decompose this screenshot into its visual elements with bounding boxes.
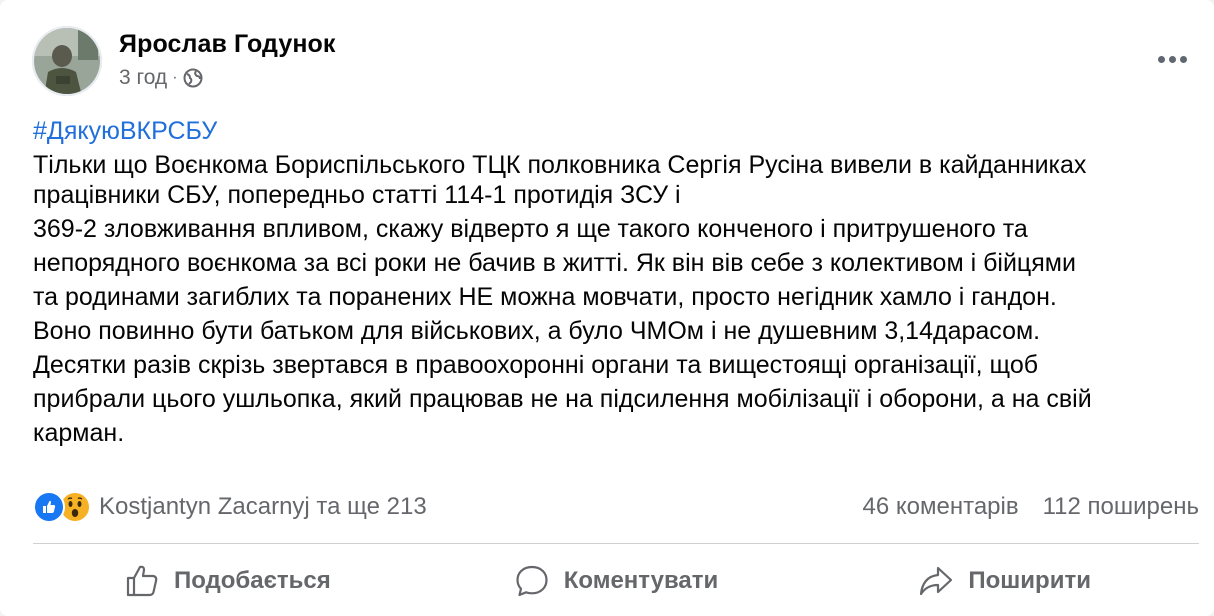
post-text-line: та родинами загиблих та поранених НЕ мож… <box>33 283 1057 311</box>
comment-icon <box>516 565 548 597</box>
like-button[interactable]: Подобається <box>33 553 422 609</box>
post-text-line: Тільки що Воєнкома Бориспільського ТЦК п… <box>33 151 1087 179</box>
meta-separator: · <box>172 69 178 86</box>
post-text-line: 369-2 зловживання впливом, скажу відверт… <box>33 215 1028 243</box>
share-button-label: Поширити <box>968 567 1091 594</box>
comments-count[interactable]: 46 коментарів <box>863 493 1019 521</box>
post-header: Ярослав Годунок 3 год · <box>32 26 1192 96</box>
shares-count[interactable]: 112 поширень <box>1043 493 1199 521</box>
globe-icon[interactable] <box>183 68 203 88</box>
actions-divider <box>33 543 1199 544</box>
post-text-line: Воно повинно бути батьком для військових… <box>33 317 1041 345</box>
like-button-label: Подобається <box>173 567 331 594</box>
author-name[interactable]: Ярослав Годунок <box>119 30 336 59</box>
author-avatar[interactable] <box>32 26 102 96</box>
reactions-names[interactable]: Kostjantyn Zacarnyj та ще 213 <box>99 493 427 521</box>
comment-button-label: Коментувати <box>563 567 719 594</box>
share-icon <box>920 566 953 596</box>
comment-button[interactable]: Коментувати <box>422 553 811 609</box>
post-text-line: Десятки разів скрізь звертався в правоох… <box>33 351 1039 379</box>
post-meta: 3 год · <box>119 66 203 90</box>
reactions-summary[interactable]: Kostjantyn Zacarnyj та ще 213 <box>33 491 427 523</box>
post-timestamp[interactable]: 3 год <box>119 66 167 90</box>
post-content: #ДякуюВКРСБУ Тільки що Воєнкома Бориспіл… <box>33 116 1193 448</box>
post-text-line: працівники СБУ, попередньо статті 114-1 … <box>33 181 681 209</box>
post-actions: Подобається Коментувати Поширити <box>33 553 1199 609</box>
post-card: Ярослав Годунок 3 год · #ДякуюВКРСБУ Тіл… <box>0 0 1214 616</box>
like-reaction-icon <box>33 491 65 523</box>
post-text-line: непорядного воєнкома за всі роки не бачи… <box>33 249 1076 277</box>
share-button[interactable]: Поширити <box>810 553 1199 609</box>
post-stats: Kostjantyn Zacarnyj та ще 213 46 комента… <box>33 488 1199 528</box>
post-text-line: прибрали цього ушльопка, який працював н… <box>33 385 1092 413</box>
thumbs-up-icon <box>126 565 158 597</box>
engagement-counts: 46 коментарів 112 поширень <box>863 493 1199 521</box>
more-options-icon[interactable] <box>1152 44 1192 74</box>
hashtag-link[interactable]: #ДякуюВКРСБУ <box>33 116 1193 146</box>
post-text-line: карман. <box>33 419 125 447</box>
